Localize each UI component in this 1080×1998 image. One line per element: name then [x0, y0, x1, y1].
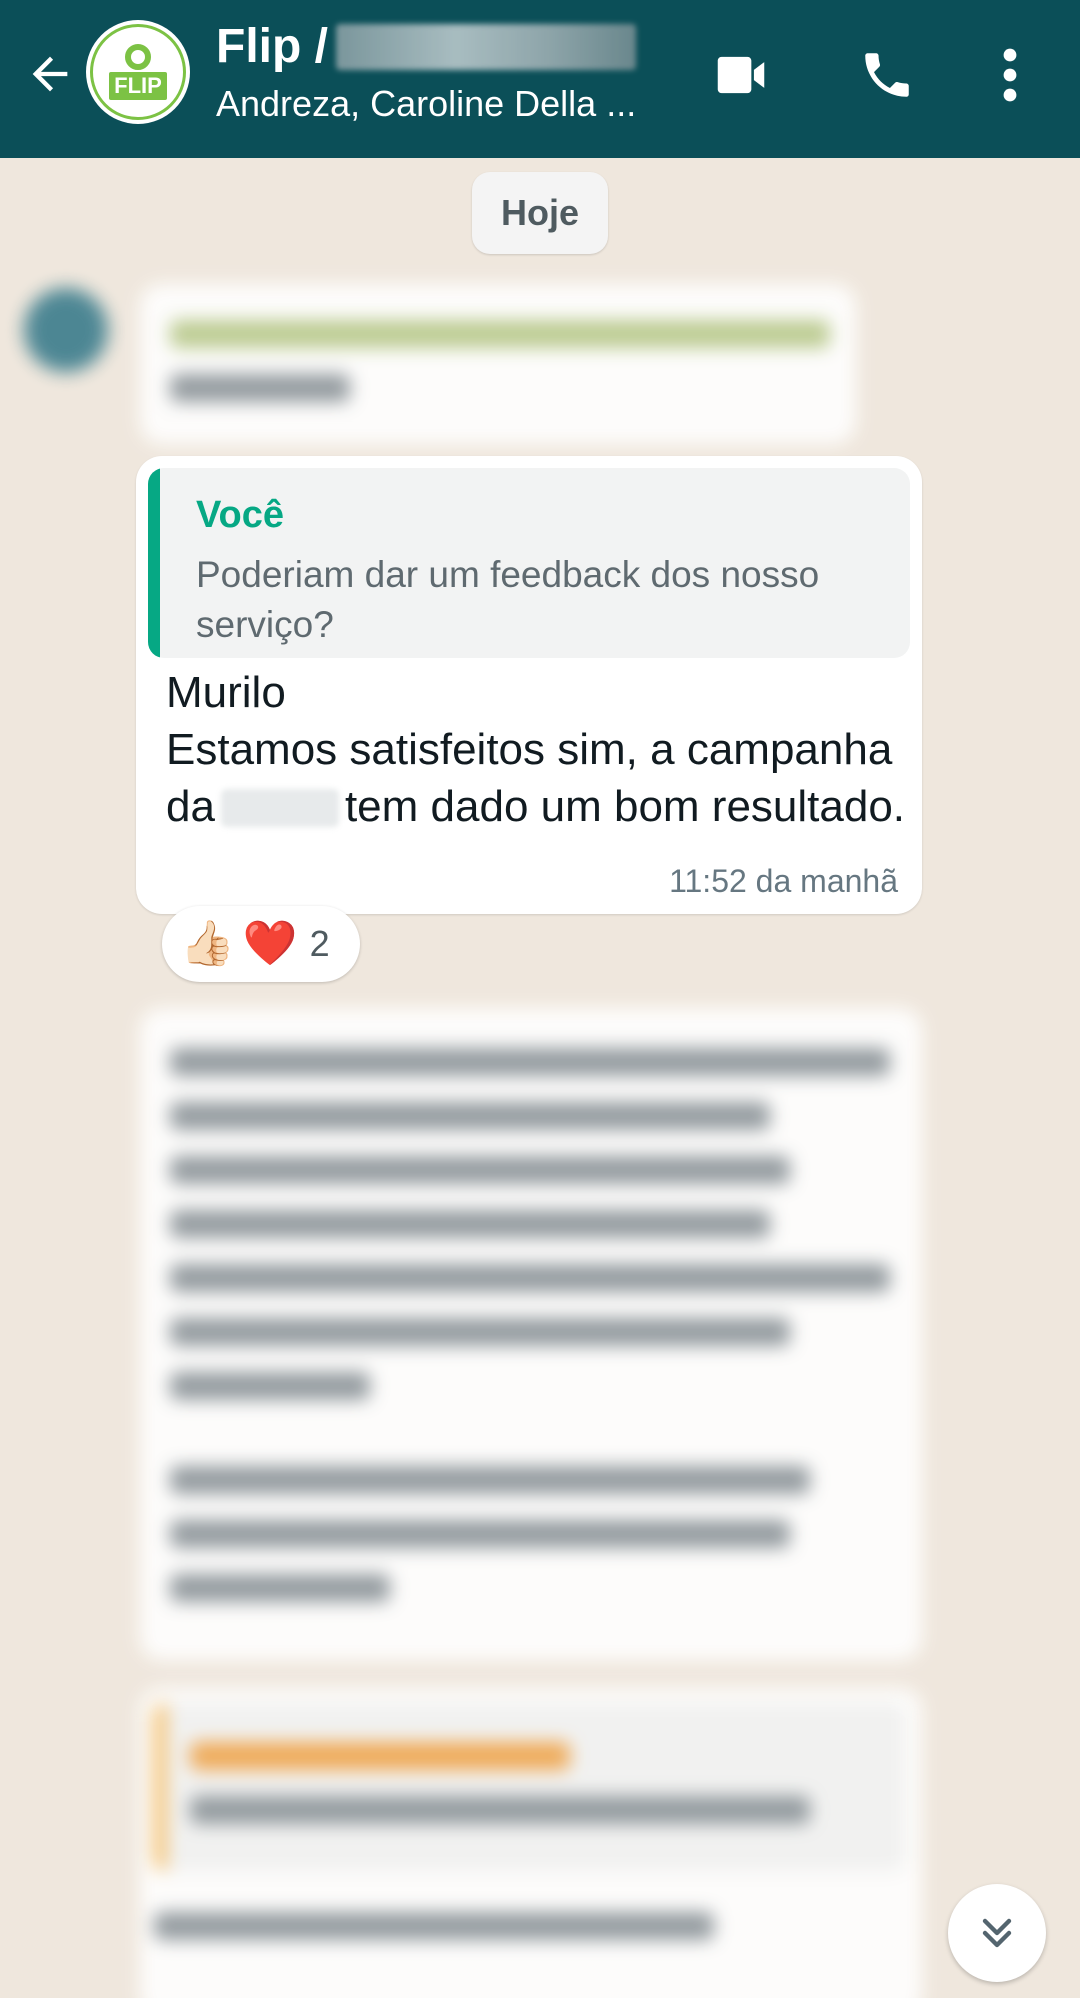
message-timestamp: 11:52 da manhã [669, 863, 898, 899]
redacted-message-2 [140, 1008, 922, 1660]
reactions-pill[interactable]: 👍🏻 ❤️ 2 [162, 906, 360, 982]
message-line-content: Estamos satisfeitos sim, a campanha da te… [166, 721, 906, 835]
chat-title-text: Flip / [216, 20, 328, 73]
quoted-text: Poderiam dar um feedback dos nosso servi… [196, 554, 820, 645]
quoted-message[interactable]: Você Poderiam dar um feedback dos nosso … [148, 468, 910, 658]
message-text-part2: tem dado um bom resultado. [344, 782, 906, 831]
chat-title-area[interactable]: Flip / Andreza, Caroline Della ... [216, 18, 656, 126]
chat-screen: FLIP Flip / Andreza, Caroline Della ... [0, 0, 1080, 1998]
more-options-button[interactable] [980, 40, 1040, 110]
message-bubble[interactable]: Você Poderiam dar um feedback dos nosso … [136, 456, 922, 914]
date-separator: Hoje [472, 172, 608, 254]
redacted-message [140, 284, 856, 444]
redacted-message-3 [140, 1688, 922, 1998]
redacted-sender-avatar [24, 288, 108, 372]
logo-text: FLIP [109, 72, 167, 100]
video-call-button[interactable] [706, 40, 776, 110]
more-vertical-icon [1003, 48, 1017, 102]
chat-header: FLIP Flip / Andreza, Caroline Della ... [0, 0, 1080, 158]
flip-logo: FLIP [90, 24, 186, 120]
video-call-icon [717, 56, 765, 94]
redacted-title [335, 24, 636, 70]
thumbs-up-icon: 👍🏻 [180, 919, 235, 968]
quote-accent-bar [148, 468, 160, 658]
phone-call-icon [865, 53, 909, 97]
message-body: Murilo Estamos satisfeitos sim, a campan… [166, 664, 906, 835]
heart-icon: ❤️ [242, 919, 298, 968]
voice-call-button[interactable] [852, 40, 922, 110]
back-button[interactable] [20, 44, 80, 104]
chat-participants: Andreza, Caroline Della ... [216, 83, 637, 124]
back-arrow-icon [32, 56, 68, 92]
redacted-word [220, 789, 339, 827]
group-avatar[interactable]: FLIP [86, 20, 190, 124]
message-line-sender: Murilo [166, 668, 286, 717]
reaction-count: 2 [309, 923, 330, 964]
scroll-to-bottom-button[interactable] [948, 1884, 1046, 1982]
chat-title: Flip / [216, 18, 656, 76]
quoted-author: Você [196, 494, 285, 536]
double-chevron-down-icon [982, 1918, 1012, 1948]
logo-ring-icon [125, 44, 151, 70]
